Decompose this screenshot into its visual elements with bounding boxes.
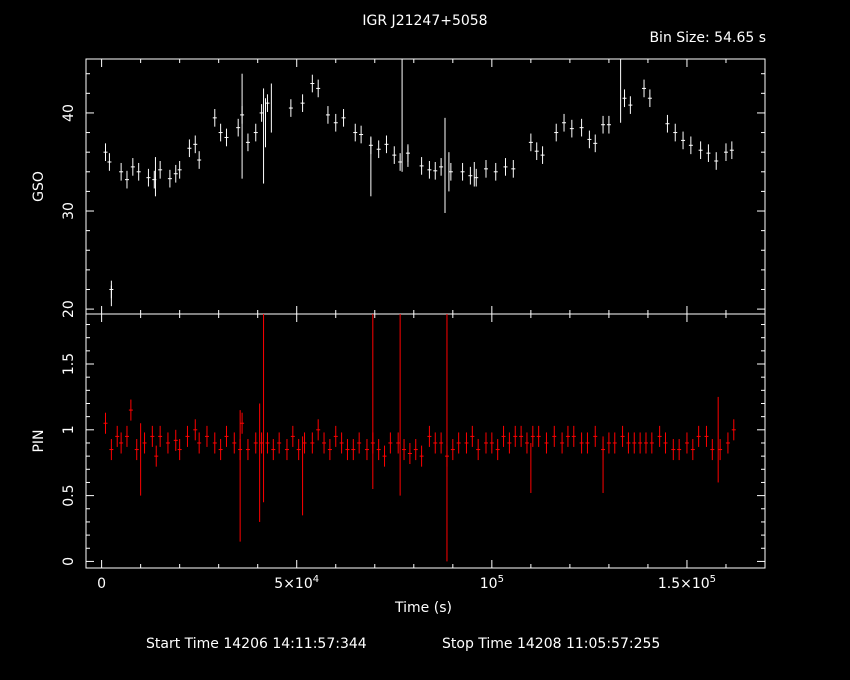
top-y-tick-label: 20 (61, 300, 77, 318)
top-y-axis-label: GSO (31, 171, 47, 202)
bottom-y-tick-label: 0 (61, 557, 77, 566)
light-curve-plot: 20 30 40 GSO 0 0.5 1 1.5 PIN 0 5×104 105 1.5×105 Time… (31, 58, 766, 616)
start-time-label: Start Time 14206 14:11:57:344 (146, 636, 367, 652)
bottom-y-tick-label: 1.5 (61, 353, 77, 375)
bottom-x-tick-label: 105 (480, 574, 504, 592)
bottom-x-axis-label: Time (s) (394, 600, 452, 616)
top-y-tick-label: 30 (61, 202, 77, 220)
top-y-tick-label: 40 (61, 104, 77, 122)
bottom-y-axis-label: PIN (31, 429, 47, 452)
bottom-x-tick-label: 0 (97, 576, 106, 592)
top-panel-frame (85, 58, 766, 315)
bottom-y-tick-label: 0.5 (61, 484, 77, 506)
bottom-x-tick-label: 1.5×105 (658, 574, 716, 592)
bottom-x-tick-label: 5×104 (274, 574, 319, 592)
stop-time-label: Stop Time 14208 11:05:57:255 (442, 636, 661, 652)
bottom-y-tick-label: 1 (61, 425, 77, 434)
